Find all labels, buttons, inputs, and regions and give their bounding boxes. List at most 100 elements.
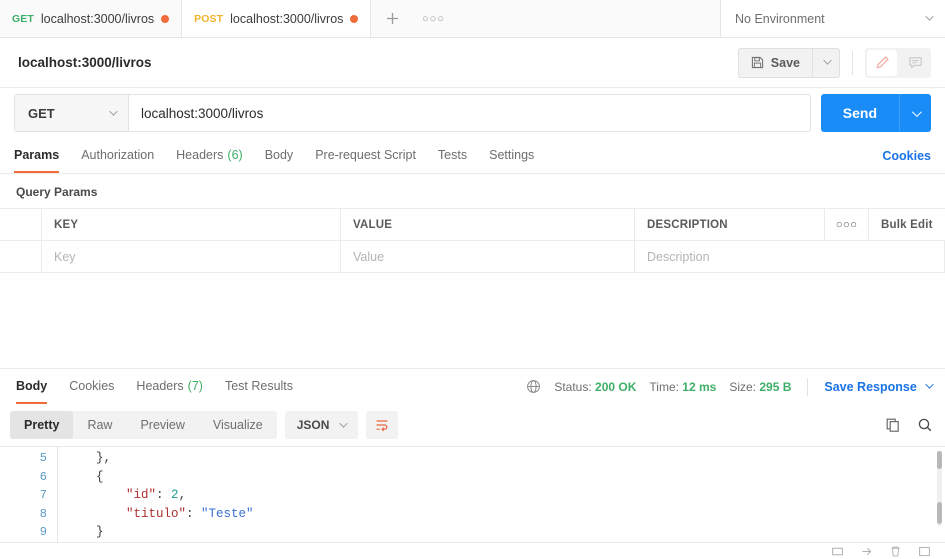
save-response-label: Save Response — [824, 379, 917, 394]
view-mode-raw[interactable]: Raw — [73, 411, 126, 439]
tab-name-label: localhost:3000/livros — [230, 11, 344, 26]
send-options-button[interactable] — [899, 94, 931, 132]
tab-pre-request-script[interactable]: Pre-request Script — [315, 138, 416, 173]
description-input[interactable]: Description — [635, 241, 945, 272]
tab-headers[interactable]: Headers (6) — [176, 138, 243, 173]
tab-body[interactable]: Body — [265, 138, 294, 173]
view-mode-pretty[interactable]: Pretty — [10, 411, 74, 439]
postman-window: GET localhost:3000/livros POST localhost… — [0, 0, 945, 559]
tab-label: Body — [16, 378, 48, 393]
row-checkbox-cell[interactable] — [0, 241, 42, 272]
key-input[interactable]: Key — [42, 241, 341, 272]
request-title-row: localhost:3000/livros Save — [0, 38, 945, 88]
query-params-section: Query Params KEY VALUE DESCRIPTION ○○○ B… — [0, 174, 945, 273]
tab-label: Settings — [489, 147, 535, 162]
runner-icon[interactable] — [860, 545, 873, 558]
environment-selector[interactable]: No Environment — [720, 0, 945, 37]
line-number: 6 — [39, 469, 47, 484]
url-input[interactable]: localhost:3000/livros — [129, 95, 810, 131]
wrap-text-icon — [376, 420, 388, 432]
tab-count: (6) — [227, 147, 243, 162]
table-row: Key Value Description — [0, 241, 945, 273]
edit-request-button[interactable] — [867, 49, 897, 76]
layout-icon[interactable] — [918, 545, 931, 558]
params-options-button[interactable]: ○○○ — [825, 209, 869, 240]
status-label-text: Status: — [554, 379, 592, 394]
code-token: : — [186, 506, 202, 521]
tab-method-label: GET — [12, 12, 34, 25]
time-label: Time: 12 ms — [649, 380, 716, 394]
response-tab-cookies[interactable]: Cookies — [69, 369, 114, 404]
header-divider — [852, 50, 853, 75]
save-options-button[interactable] — [812, 47, 840, 78]
cookies-link[interactable]: Cookies — [882, 138, 931, 173]
globe-icon — [527, 380, 541, 393]
chevron-down-icon — [911, 106, 922, 117]
save-button-label: Save — [770, 55, 800, 70]
request-tab-post[interactable]: POST localhost:3000/livros — [181, 0, 372, 37]
header-icon-group — [865, 47, 931, 78]
tab-label: Headers — [136, 378, 184, 393]
tab-overflow-button[interactable]: ○○○ — [413, 0, 453, 37]
new-tab-button[interactable] — [371, 0, 413, 37]
url-row: GET localhost:3000/livros Send — [0, 88, 945, 138]
code-token: { — [96, 469, 104, 484]
header-checkbox-cell — [0, 209, 42, 240]
tab-label: Test Results — [224, 378, 294, 393]
bootcamp-icon[interactable] — [831, 545, 844, 558]
code-scrollbar-thumb[interactable] — [937, 451, 942, 469]
query-params-label: Query Params — [16, 185, 98, 199]
code-token: , — [178, 488, 187, 502]
response-language-selector[interactable]: JSON — [284, 411, 358, 439]
http-method-selector[interactable]: GET — [15, 95, 129, 131]
code-token: "Teste" — [201, 506, 254, 521]
floppy-disk-icon — [751, 56, 763, 69]
environment-label: No Environment — [735, 11, 825, 26]
tab-label: Headers — [176, 147, 224, 162]
code-line: "titulo": "Teste" — [66, 505, 945, 524]
tab-settings[interactable]: Settings — [489, 138, 534, 173]
request-section-tabs: Params Authorization Headers (6) Body Pre… — [0, 138, 945, 174]
table-header-row: KEY VALUE DESCRIPTION ○○○ Bulk Edit — [0, 209, 945, 241]
save-response-button[interactable]: Save Response — [824, 379, 934, 394]
meta-divider — [807, 377, 809, 396]
tab-tests[interactable]: Tests — [438, 138, 467, 173]
response-tabs-bar: Body Cookies Headers (7) Test Results Sta… — [0, 368, 945, 404]
size-value: 295 B — [759, 379, 792, 394]
comment-icon — [908, 57, 922, 69]
response-meta: Status: 200 OK Time: 12 ms Size: 295 B S… — [526, 369, 934, 404]
query-params-table: KEY VALUE DESCRIPTION ○○○ Bulk Edit Key … — [0, 208, 945, 273]
json-code-content[interactable]: }, { "id": 2, "titulo": "Teste" }] — [58, 447, 945, 542]
line-number: 10 — [0, 542, 47, 543]
request-tab-list: GET localhost:3000/livros POST localhost… — [0, 0, 372, 37]
tab-authorization[interactable]: Authorization — [81, 138, 154, 173]
code-token: "titulo" — [126, 506, 187, 521]
code-line: ] — [66, 542, 945, 543]
size-label-text: Size: — [729, 379, 757, 394]
value-input[interactable]: Value — [341, 241, 635, 272]
bulk-edit-button[interactable]: Bulk Edit — [869, 209, 945, 240]
send-button[interactable]: Send — [820, 94, 899, 132]
view-mode-visualize[interactable]: Visualize — [199, 411, 277, 439]
unsaved-indicator-dot — [161, 14, 170, 23]
trash-icon[interactable] — [889, 545, 902, 558]
search-icon[interactable] — [917, 417, 933, 433]
response-tab-test-results[interactable]: Test Results — [225, 369, 293, 404]
tab-label: Pre-request Script — [315, 147, 416, 162]
copy-icon[interactable] — [885, 417, 901, 433]
response-tab-headers[interactable]: Headers (7) — [136, 369, 203, 404]
response-tab-body[interactable]: Body — [16, 369, 48, 404]
line-number: 7 — [39, 488, 47, 502]
response-body-viewer[interactable]: 5 6 7 8 9 10 }, { "id": 2, "titulo": "Te… — [0, 446, 945, 542]
wrap-lines-button[interactable] — [365, 411, 398, 439]
save-button[interactable]: Save — [737, 47, 812, 78]
tab-params[interactable]: Params — [14, 138, 60, 173]
tab-name-label: localhost:3000/livros — [40, 11, 155, 26]
column-header-key: KEY — [42, 209, 341, 240]
code-scrollbar-thumb-secondary[interactable] — [937, 502, 942, 524]
comment-button[interactable] — [899, 48, 931, 78]
request-tab-get[interactable]: GET localhost:3000/livros — [0, 0, 182, 37]
chevron-down-icon — [339, 419, 349, 428]
view-mode-preview[interactable]: Preview — [126, 411, 198, 439]
tab-count: (7) — [187, 378, 203, 393]
